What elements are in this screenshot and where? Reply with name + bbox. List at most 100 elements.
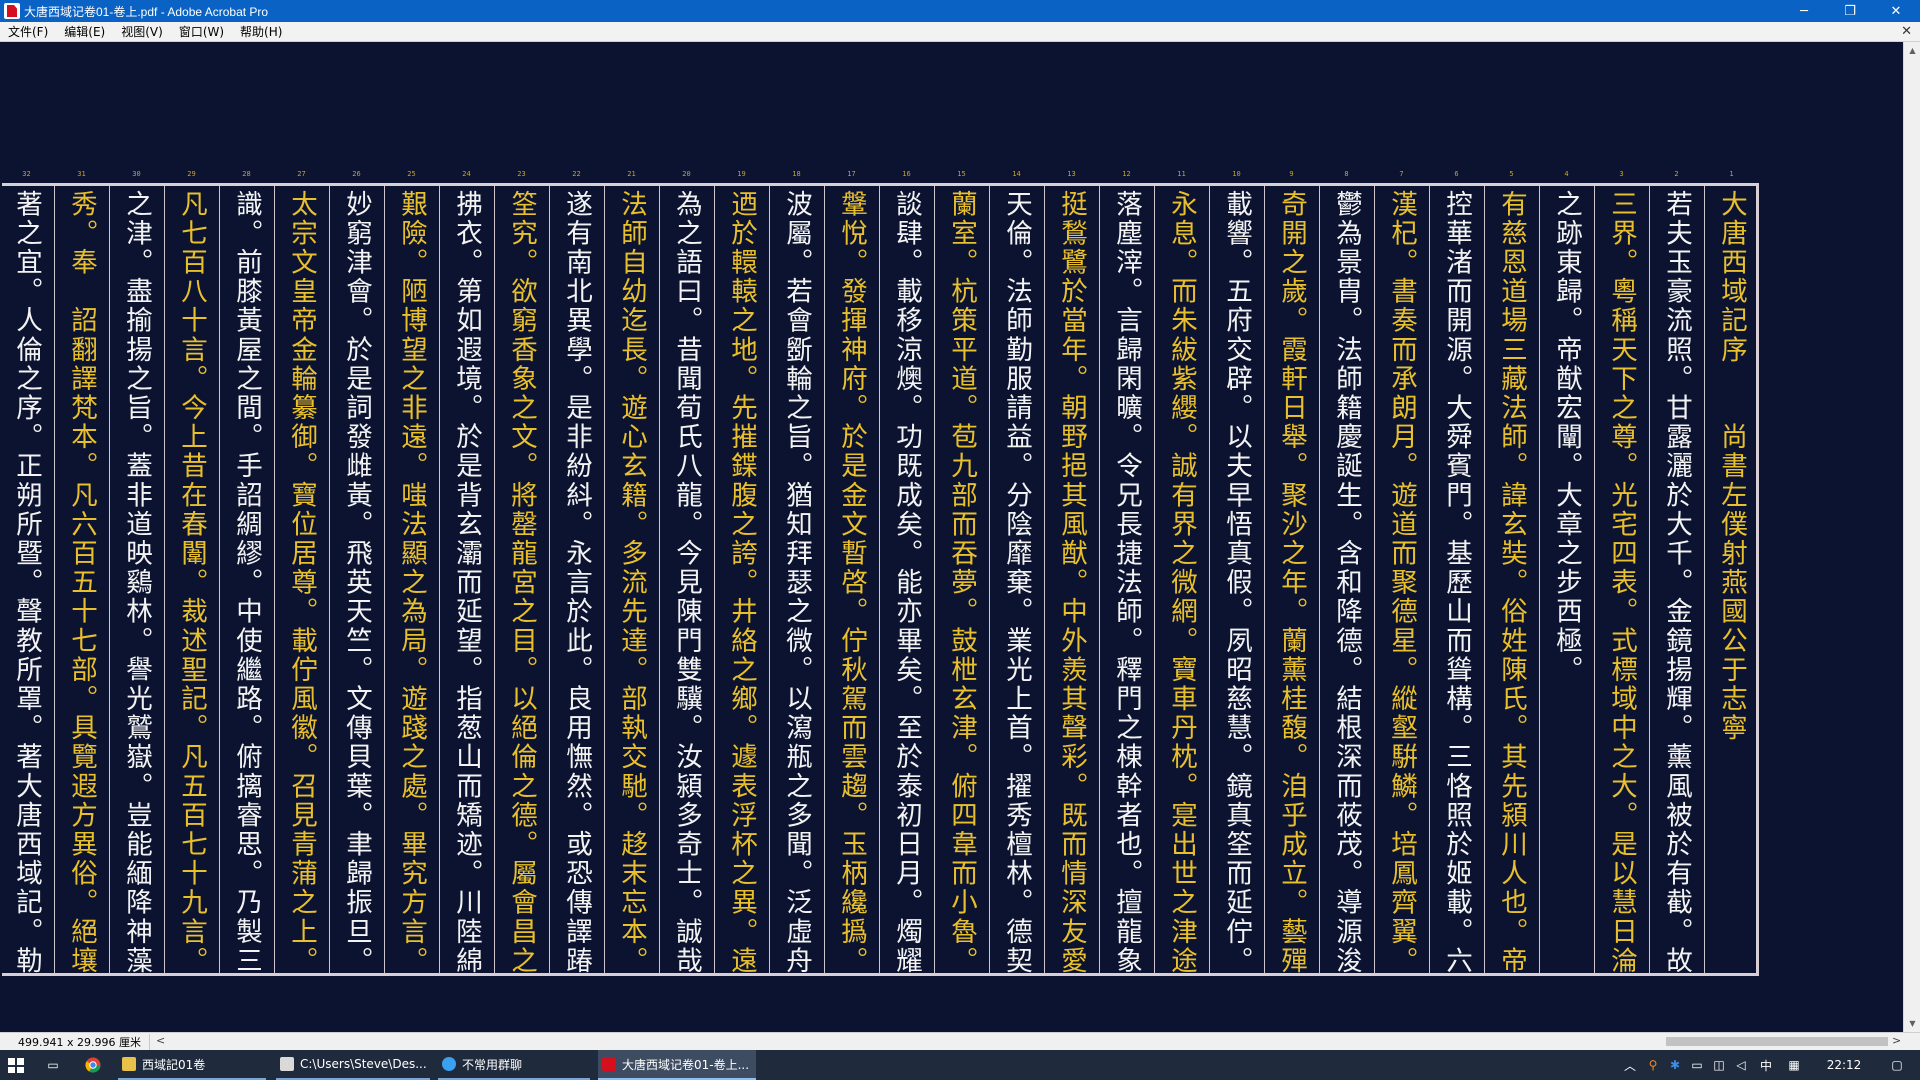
column-text: 太宗文皇帝金輪纂御。寶位居尊。載佇風徽。召見青蒲之上。迺睠通: [286, 190, 317, 973]
scroll-up-icon[interactable]: ▲: [1904, 42, 1920, 59]
text-column: 控華渚而開源。大舜賓門。基歷山而聳構。三恪照於姬載。六奇光於: [1429, 186, 1484, 973]
column-text: 永息。而朱紱紫纓。誠有界之微網。寶車丹枕。寔出世之津途。由是擯: [1166, 190, 1197, 973]
column-number: 12: [1122, 170, 1131, 178]
taskbar: ▭ 西域記01卷 C:\Users\Steve\Des... 不常用群聊 大唐西…: [0, 1050, 1920, 1080]
horizontal-scroll-thumb[interactable]: [1666, 1037, 1888, 1046]
menu-file[interactable]: 文件(F): [0, 23, 56, 40]
menu-edit[interactable]: 编辑(E): [56, 23, 113, 40]
column-number: 5: [1509, 170, 1514, 178]
column-number: 29: [187, 170, 196, 178]
text-column: 遂有南北異學。是非紛紏。永言於此。良用憮然。或恐傳譯踳駁。未能: [549, 186, 604, 973]
text-column: 為之語曰。昔聞荀氏八龍。今見陳門雙驥。汝潁多奇士。誠哉此言。: [659, 186, 714, 973]
text-column: 三界。粵稱天下之尊。光宅四表。式標域中之大。是以慧日淪影。象化: [1594, 186, 1649, 973]
column-number: 8: [1344, 170, 1349, 178]
ime-indicator[interactable]: 中: [1756, 1050, 1776, 1080]
clock[interactable]: 22:12: [1810, 1050, 1878, 1080]
text-column: 艱險。陋博望之非遠。嗤法顯之為局。遊踐之處。畢究方言。鐫求幽賾。: [384, 186, 439, 973]
menu-bar: 文件(F) 编辑(E) 视图(V) 窗口(W) 帮助(H) ✕: [0, 22, 1920, 42]
column-text: 落塵滓。言歸閑曠。令兄長捷法師。釋門之棟幹者也。擅龍象於身世。: [1111, 190, 1142, 973]
text-column: 法師自幼迄長。遊心玄籍。多流先達。部執交馳。趍末忘本。摭華捐實。: [604, 186, 659, 973]
menu-view[interactable]: 视图(V): [113, 23, 171, 40]
column-text: 遂有南北異學。是非紛紏。永言於此。良用憮然。或恐傳譯踳駁。未能: [561, 190, 592, 973]
text-column: 鞶悅。發揮神府。於是金文暫啓。佇秋駕而雲趨。玉柄纔撝。披霧布而: [824, 186, 879, 973]
text-column: 凡七百八十言。今上昔在春闈。裁述聖記。凡五百七十九言。啓玄妙: [164, 186, 219, 973]
text-column: 拂衣。第如遐境。於是背玄灞而延望。指葱山而矯迹。川陸綿長。備嘗: [439, 186, 494, 973]
volume-icon[interactable]: ◁: [1732, 1050, 1750, 1080]
search-icon[interactable]: ⚲: [1644, 1050, 1662, 1080]
column-text: 識。前膝黃屋之間。手詔綢繆。中使繼路。俯摛睿思。乃製三藏聖教序。: [231, 190, 262, 973]
network-icon[interactable]: ◫: [1710, 1050, 1728, 1080]
column-number: 20: [682, 170, 691, 178]
text-column: 鬱為景胄。法師籍慶誕生。含和降德。結根深而莜茂。導源浚而靈長。: [1319, 186, 1374, 973]
column-text: 談肆。載移涼燠。功既成矣。能亦畢矣。至於泰初日月。燭耀靈臺。子雲: [891, 190, 922, 973]
text-column: 載響。五府交辟。以夫早悟真假。夙昭慈慧。鏡真筌而延佇。顧生涯而: [1209, 186, 1264, 973]
tray-overflow-icon[interactable]: ︿: [1622, 1050, 1638, 1080]
windows-start-icon[interactable]: [8, 1058, 24, 1073]
text-column: 漢杞。書奏而承朗月。遊道而聚德星。縱壑騈鱗。培鳳齊翼。世濟之美。: [1374, 186, 1429, 973]
column-text: 筌究。欲窮香象之文。將罄龍宮之目。以絕倫之德。屬會昌之期。杖錫: [506, 190, 537, 973]
column-number: 2: [1674, 170, 1679, 178]
text-column: 秀。奉 詔翻譯梵本。凡六百五十七部。具覽遐方異俗。絕壤殊風。土: [54, 186, 109, 973]
column-number: 25: [407, 170, 416, 178]
taskbar-item-console[interactable]: C:\Users\Steve\Des...: [276, 1050, 430, 1080]
column-text: 若夫玉豪流照。甘露灑於大千。金鏡揚輝。薰風被於有截。故知示現: [1661, 190, 1692, 973]
menu-window[interactable]: 窗口(W): [171, 23, 232, 40]
chrome-icon[interactable]: [84, 1056, 102, 1074]
restore-button[interactable]: ❐: [1827, 0, 1873, 22]
text-column: 太宗文皇帝金輪纂御。寶位居尊。載佇風徽。召見青蒲之上。迺睠通: [274, 186, 329, 973]
close-document-button[interactable]: ✕: [1901, 24, 1912, 39]
taskbar-item-explorer[interactable]: 西域記01卷: [118, 1050, 266, 1080]
column-number: 26: [352, 170, 361, 178]
column-number: 21: [627, 170, 636, 178]
text-column: 迺於轘轅之地。先摧鍱腹之誇。井絡之鄉。遽表浮杯之異。遠迩宗挹。: [714, 186, 769, 973]
text-column: 大唐西域記序 尚書左僕射燕國公于志寧: [1704, 186, 1759, 973]
close-button[interactable]: ✕: [1873, 0, 1919, 22]
scroll-left-icon[interactable]: <: [156, 1034, 165, 1047]
column-number: 7: [1399, 170, 1404, 178]
column-number: 18: [792, 170, 801, 178]
column-number: 24: [462, 170, 471, 178]
text-column: 之跡東歸。帝猷宏闡。大章之步西極。: [1539, 186, 1594, 973]
text-column: 談肆。載移涼燠。功既成矣。能亦畢矣。至於泰初日月。燭耀靈臺。子雲: [879, 186, 934, 973]
column-number: 27: [297, 170, 306, 178]
column-text: 有慈恩道場三藏法師。諱玄奘。俗姓陳氏。其先潁川人也。帝軒提象。: [1496, 190, 1527, 973]
acrobat-icon: [602, 1057, 616, 1071]
task-view-icon[interactable]: ▭: [44, 1056, 62, 1074]
column-number: 3: [1619, 170, 1624, 178]
taskbar-item-chat[interactable]: 不常用群聊: [438, 1050, 590, 1080]
minimize-button[interactable]: ─: [1781, 0, 1827, 22]
column-text: 漢杞。書奏而承朗月。遊道而聚德星。縱壑騈鱗。培鳳齊翼。世濟之美。: [1386, 190, 1417, 973]
column-number-row: 1 2 3 4 5 6 7 8 9 10 11 12 13 14 15 16 17 18 19 20 21 22 23 24 2…: [0, 170, 1760, 182]
keyboard-layout-icon[interactable]: ▦: [1784, 1050, 1804, 1080]
menu-help[interactable]: 帮助(H): [232, 23, 290, 40]
column-number: 15: [957, 170, 966, 178]
bluetooth-icon[interactable]: ✱: [1666, 1050, 1684, 1080]
column-text: 法師自幼迄長。遊心玄籍。多流先達。部執交馳。趍末忘本。摭華捐實。: [616, 190, 647, 973]
window-title: 大唐西域记卷01-卷上.pdf - Adobe Acrobat Pro: [24, 4, 269, 19]
text-column: 永息。而朱紱紫纓。誠有界之微網。寶車丹枕。寔出世之津途。由是擯: [1154, 186, 1209, 973]
text-column: 識。前膝黃屋之間。手詔綢繆。中使繼路。俯摛睿思。乃製三藏聖教序。: [219, 186, 274, 973]
column-text: 凡七百八十言。今上昔在春闈。裁述聖記。凡五百七十九言。啓玄妙: [176, 190, 207, 973]
notifications-icon[interactable]: ▢: [1882, 1050, 1912, 1080]
scroll-down-icon[interactable]: ▼: [1904, 1015, 1920, 1032]
battery-icon[interactable]: ▭: [1688, 1050, 1706, 1080]
taskbar-item-label: 西域記01卷: [142, 1057, 206, 1072]
vertical-scrollbar[interactable]: ▲ ▼: [1903, 42, 1920, 1032]
column-text: 妙窮津會。於是詞發雌黃。飛英天竺。文傳貝葉。聿歸振旦。: [341, 190, 372, 973]
column-text: 大唐西域記序 尚書左僕射燕國公于志寧: [1716, 190, 1747, 743]
column-number: 4: [1564, 170, 1569, 178]
scroll-right-icon[interactable]: >: [1892, 1034, 1901, 1047]
column-text: 挺鶖鷺於當年。朝野挹其風猷。中外羨其聲彩。既而情深友愛。道睦: [1056, 190, 1087, 973]
column-number: 1: [1729, 170, 1734, 178]
taskbar-item-label: 不常用群聊: [462, 1057, 523, 1072]
column-number: 17: [847, 170, 856, 178]
column-text: 迺於轘轅之地。先摧鍱腹之誇。井絡之鄉。遽表浮杯之異。遠迩宗挹。: [726, 190, 757, 973]
text-column: 妙窮津會。於是詞發雌黃。飛英天竺。文傳貝葉。聿歸振旦。: [329, 186, 384, 973]
text-column: 奇開之歲。霞軒日舉。聚沙之年。蘭薰桂馥。洎乎成立。藝殫墳素。九皐: [1264, 186, 1319, 973]
column-text: 波屬。若會斵輪之旨。猶知拜瑟之微。以瀉瓶之多聞。泛虛舟而獨遠。: [781, 190, 812, 973]
document-viewport[interactable]: 1 2 3 4 5 6 7 8 9 10 11 12 13 14 15 16 17 18 19 20 21 22 23 24 2…: [0, 42, 1903, 1032]
text-column: 天倫。法師勤服請益。分陰靡棄。業光上首。擢秀檀林。德契中庸。騰芬: [989, 186, 1044, 973]
column-text: 鬱為景胄。法師籍慶誕生。含和降德。結根深而莜茂。導源浚而靈長。: [1331, 190, 1362, 973]
column-text: 蘭室。杭策平道。苞九部而吞夢。鼓枻玄津。俯四韋而小魯。自茲遍遊: [946, 190, 977, 973]
taskbar-item-acrobat[interactable]: 大唐西域记卷01-卷上...: [598, 1050, 756, 1080]
